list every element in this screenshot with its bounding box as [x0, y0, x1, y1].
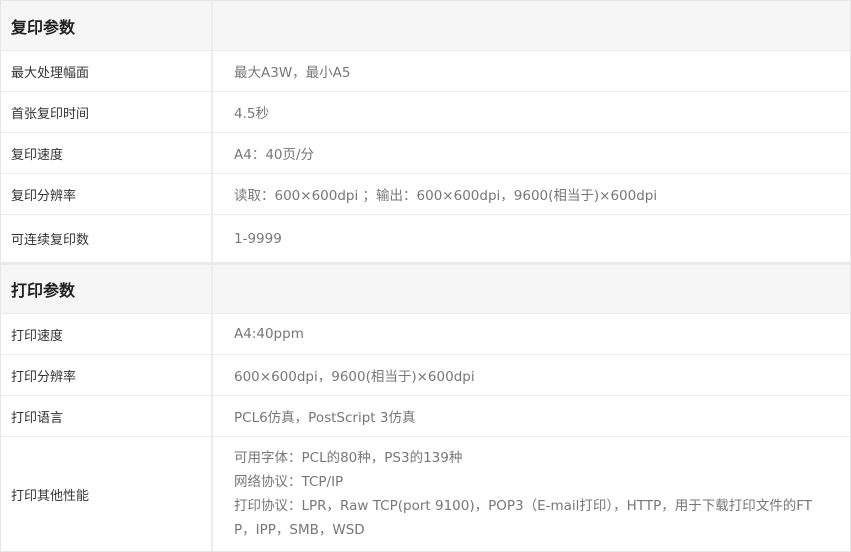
spec-value-multiline: 可用字体：PCL的80种，PS3的139种 网络协议：TCP/IP 打印协议：L…	[213, 437, 850, 551]
spec-value: 读取：600×600dpi ；输出：600×600dpi，9600(相当于)×6…	[234, 188, 658, 204]
spec-value-line: 打印协议：LPR，Raw TCP(port 9100)，POP3（E-mail打…	[234, 498, 813, 514]
spec-value: 4.5秒	[234, 106, 269, 122]
print-section: 打印参数 打印速度 A4:40ppm 打印分辨率 600×600dpi，9600…	[1, 265, 850, 551]
spec-row-continuous-copies: 可连续复印数 1-9999	[1, 215, 850, 262]
print-section-header: 打印参数	[1, 265, 850, 314]
spec-label: 打印分辨率	[1, 355, 213, 395]
spec-row-first-copy-time: 首张复印时间 4.5秒	[1, 92, 850, 133]
spec-label: 打印语言	[1, 396, 213, 436]
spec-label: 首张复印时间	[1, 92, 213, 132]
spec-value: 最大A3W，最小A5	[234, 65, 351, 81]
spec-label: 复印速度	[1, 133, 213, 173]
spec-value-line: 可用字体：PCL的80种，PS3的139种	[234, 450, 463, 466]
spec-label: 可连续复印数	[1, 215, 213, 262]
spec-label: 复印分辨率	[1, 174, 213, 214]
spec-value: A4：40页/分	[234, 147, 315, 163]
spec-label: 最大处理幅面	[1, 51, 213, 91]
spec-label: 打印速度	[1, 314, 213, 354]
spec-value: A4:40ppm	[234, 326, 304, 342]
spec-row-copy-resolution: 复印分辨率 读取：600×600dpi ；输出：600×600dpi，9600(…	[1, 174, 850, 215]
copy-section-header-value	[213, 1, 850, 50]
spec-value-line: 网络协议：TCP/IP	[234, 474, 344, 490]
print-section-title: 打印参数	[1, 265, 213, 313]
spec-value: 600×600dpi，9600(相当于)×600dpi	[234, 369, 475, 385]
spec-table: 复印参数 最大处理幅面 最大A3W，最小A5 首张复印时间 4.5秒 复印速度 …	[0, 0, 851, 552]
spec-row-print-speed: 打印速度 A4:40ppm	[1, 314, 850, 355]
copy-section: 复印参数 最大处理幅面 最大A3W，最小A5 首张复印时间 4.5秒 复印速度 …	[1, 1, 850, 262]
copy-section-header: 复印参数	[1, 1, 850, 51]
copy-section-title: 复印参数	[1, 1, 213, 50]
spec-value: PCL6仿真，PostScript 3仿真	[234, 410, 416, 426]
spec-row-print-other: 打印其他性能 可用字体：PCL的80种，PS3的139种 网络协议：TCP/IP…	[1, 437, 850, 551]
spec-row-print-language: 打印语言 PCL6仿真，PostScript 3仿真	[1, 396, 850, 437]
spec-value: 1-9999	[234, 230, 282, 247]
spec-row-copy-speed: 复印速度 A4：40页/分	[1, 133, 850, 174]
spec-value-line: P，IPP，SMB，WSD	[234, 522, 365, 538]
spec-row-max-size: 最大处理幅面 最大A3W，最小A5	[1, 51, 850, 92]
print-section-header-value	[213, 265, 850, 313]
spec-row-print-resolution: 打印分辨率 600×600dpi，9600(相当于)×600dpi	[1, 355, 850, 396]
spec-label: 打印其他性能	[1, 437, 213, 551]
